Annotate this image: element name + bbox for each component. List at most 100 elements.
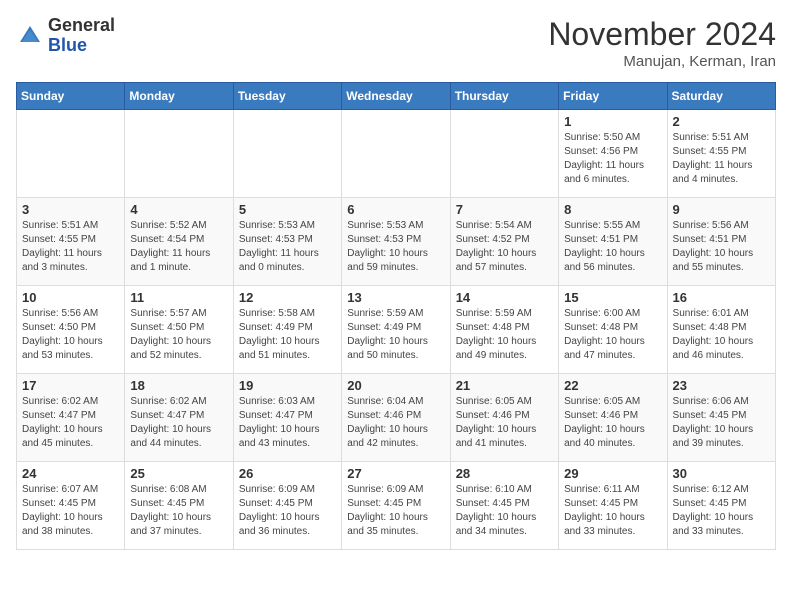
day-number: 28 [456,466,553,481]
calendar-day-cell [233,110,341,198]
day-info: Sunrise: 6:05 AM Sunset: 4:46 PM Dayligh… [456,395,553,451]
calendar-day-cell: 4 Sunrise: 5:52 AM Sunset: 4:54 PM Daylig… [125,198,233,286]
day-number: 20 [347,378,444,393]
calendar-day-cell: 27 Sunrise: 6:09 AM Sunset: 4:45 PM Dayli… [342,462,450,550]
weekday-header: Friday [559,83,667,110]
day-info: Sunrise: 5:55 AM Sunset: 4:51 PM Dayligh… [564,219,661,275]
day-info: Sunrise: 5:59 AM Sunset: 4:49 PM Dayligh… [347,307,444,363]
calendar-day-cell [450,110,558,198]
calendar-day-cell: 19Sunrise: 6:03 AM Sunset: 4:47 PM Dayli… [233,374,341,462]
day-number: 13 [347,290,444,305]
calendar-day-cell: 24 Sunrise: 6:07 AM Sunset: 4:45 PM Dayli… [17,462,125,550]
calendar-day-cell: 12Sunrise: 5:58 AM Sunset: 4:49 PM Dayli… [233,286,341,374]
calendar-day-cell: 13 Sunrise: 5:59 AM Sunset: 4:49 PM Dayli… [342,286,450,374]
day-info: Sunrise: 5:51 AM Sunset: 4:55 PM Dayligh… [22,219,119,275]
day-number: 29 [564,466,661,481]
calendar-day-cell: 30Sunrise: 6:12 AM Sunset: 4:45 PM Dayli… [667,462,775,550]
day-number: 16 [673,290,770,305]
calendar-day-cell: 5 Sunrise: 5:53 AM Sunset: 4:53 PM Daylig… [233,198,341,286]
day-info: Sunrise: 6:01 AM Sunset: 4:48 PM Dayligh… [673,307,770,363]
day-info: Sunrise: 6:07 AM Sunset: 4:45 PM Dayligh… [22,483,119,539]
calendar-day-cell: 29 Sunrise: 6:11 AM Sunset: 4:45 PM Dayli… [559,462,667,550]
day-info: Sunrise: 6:02 AM Sunset: 4:47 PM Dayligh… [130,395,227,451]
day-number: 25 [130,466,227,481]
title-block: November 2024 Manujan, Kerman, Iran [548,16,776,70]
day-info: Sunrise: 5:52 AM Sunset: 4:54 PM Dayligh… [130,219,227,275]
day-number: 18 [130,378,227,393]
day-info: Sunrise: 5:50 AM Sunset: 4:56 PM Dayligh… [564,131,661,187]
day-number: 9 [673,202,770,217]
day-number: 26 [239,466,336,481]
day-info: Sunrise: 6:04 AM Sunset: 4:46 PM Dayligh… [347,395,444,451]
weekday-header: Saturday [667,83,775,110]
calendar-header-row: SundayMondayTuesdayWednesdayThursdayFrid… [17,83,776,110]
calendar-day-cell [125,110,233,198]
day-info: Sunrise: 6:02 AM Sunset: 4:47 PM Dayligh… [22,395,119,451]
calendar-day-cell: 7 Sunrise: 5:54 AM Sunset: 4:52 PM Daylig… [450,198,558,286]
day-info: Sunrise: 6:11 AM Sunset: 4:45 PM Dayligh… [564,483,661,539]
day-info: Sunrise: 5:57 AM Sunset: 4:50 PM Dayligh… [130,307,227,363]
day-number: 27 [347,466,444,481]
day-info: Sunrise: 5:56 AM Sunset: 4:50 PM Dayligh… [22,307,119,363]
calendar-day-cell: 20 Sunrise: 6:04 AM Sunset: 4:46 PM Dayli… [342,374,450,462]
calendar-day-cell: 8 Sunrise: 5:55 AM Sunset: 4:51 PM Daylig… [559,198,667,286]
day-info: Sunrise: 5:56 AM Sunset: 4:51 PM Dayligh… [673,219,770,275]
logo: General Blue [16,16,115,56]
calendar-week-row: 24 Sunrise: 6:07 AM Sunset: 4:45 PM Dayli… [17,462,776,550]
calendar-day-cell: 22Sunrise: 6:05 AM Sunset: 4:46 PM Dayli… [559,374,667,462]
logo-general: General [48,16,115,36]
calendar-day-cell: 23 Sunrise: 6:06 AM Sunset: 4:45 PM Dayli… [667,374,775,462]
calendar-day-cell: 14 Sunrise: 5:59 AM Sunset: 4:48 PM Dayli… [450,286,558,374]
calendar-day-cell: 15 Sunrise: 6:00 AM Sunset: 4:48 PM Dayli… [559,286,667,374]
day-number: 22 [564,378,661,393]
weekday-header: Monday [125,83,233,110]
calendar-day-cell: 26 Sunrise: 6:09 AM Sunset: 4:45 PM Dayli… [233,462,341,550]
month-title: November 2024 [548,16,776,53]
weekday-header: Sunday [17,83,125,110]
calendar-day-cell [17,110,125,198]
weekday-header: Thursday [450,83,558,110]
day-number: 5 [239,202,336,217]
day-number: 24 [22,466,119,481]
calendar-day-cell: 2Sunrise: 5:51 AM Sunset: 4:55 PM Daylig… [667,110,775,198]
calendar-table: SundayMondayTuesdayWednesdayThursdayFrid… [16,82,776,550]
day-info: Sunrise: 5:54 AM Sunset: 4:52 PM Dayligh… [456,219,553,275]
calendar-day-cell: 16 Sunrise: 6:01 AM Sunset: 4:48 PM Dayli… [667,286,775,374]
day-info: Sunrise: 6:03 AM Sunset: 4:47 PM Dayligh… [239,395,336,451]
day-number: 8 [564,202,661,217]
day-info: Sunrise: 6:06 AM Sunset: 4:45 PM Dayligh… [673,395,770,451]
calendar-day-cell: 21Sunrise: 6:05 AM Sunset: 4:46 PM Dayli… [450,374,558,462]
calendar-day-cell: 1 Sunrise: 5:50 AM Sunset: 4:56 PM Daylig… [559,110,667,198]
weekday-header: Tuesday [233,83,341,110]
day-number: 23 [673,378,770,393]
day-info: Sunrise: 6:09 AM Sunset: 4:45 PM Dayligh… [239,483,336,539]
day-number: 6 [347,202,444,217]
logo-text: General Blue [48,16,115,56]
day-info: Sunrise: 6:12 AM Sunset: 4:45 PM Dayligh… [673,483,770,539]
calendar-week-row: 17 Sunrise: 6:02 AM Sunset: 4:47 PM Dayli… [17,374,776,462]
calendar-week-row: 1 Sunrise: 5:50 AM Sunset: 4:56 PM Daylig… [17,110,776,198]
logo-icon [16,22,44,50]
day-info: Sunrise: 6:09 AM Sunset: 4:45 PM Dayligh… [347,483,444,539]
calendar-week-row: 3Sunrise: 5:51 AM Sunset: 4:55 PM Daylig… [17,198,776,286]
day-number: 10 [22,290,119,305]
day-number: 15 [564,290,661,305]
calendar-day-cell [342,110,450,198]
day-number: 4 [130,202,227,217]
day-info: Sunrise: 6:10 AM Sunset: 4:45 PM Dayligh… [456,483,553,539]
day-info: Sunrise: 5:58 AM Sunset: 4:49 PM Dayligh… [239,307,336,363]
calendar-day-cell: 25Sunrise: 6:08 AM Sunset: 4:45 PM Dayli… [125,462,233,550]
day-info: Sunrise: 6:00 AM Sunset: 4:48 PM Dayligh… [564,307,661,363]
day-number: 7 [456,202,553,217]
calendar-day-cell: 9 Sunrise: 5:56 AM Sunset: 4:51 PM Daylig… [667,198,775,286]
weekday-header: Wednesday [342,83,450,110]
calendar-day-cell: 17 Sunrise: 6:02 AM Sunset: 4:47 PM Dayli… [17,374,125,462]
day-info: Sunrise: 5:59 AM Sunset: 4:48 PM Dayligh… [456,307,553,363]
page-header: General Blue November 2024 Manujan, Kerm… [16,16,776,70]
day-number: 14 [456,290,553,305]
day-number: 17 [22,378,119,393]
day-number: 1 [564,114,661,129]
calendar-week-row: 10 Sunrise: 5:56 AM Sunset: 4:50 PM Dayli… [17,286,776,374]
calendar-day-cell: 18 Sunrise: 6:02 AM Sunset: 4:47 PM Dayli… [125,374,233,462]
day-info: Sunrise: 5:53 AM Sunset: 4:53 PM Dayligh… [239,219,336,275]
